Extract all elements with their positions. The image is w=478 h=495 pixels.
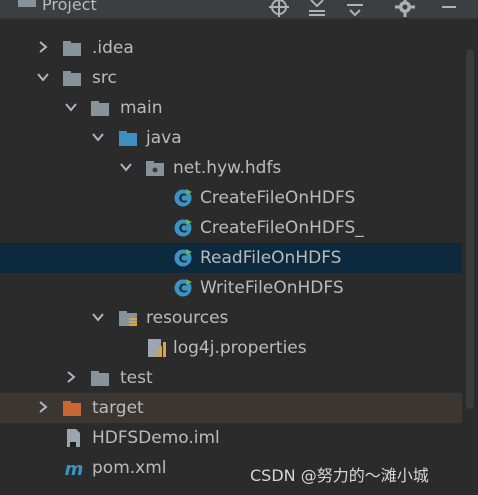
project-tool-window-header: Project bbox=[0, 0, 478, 19]
tree-item-file[interactable]: HDFSDemo.iml bbox=[0, 423, 462, 453]
chevron-down-icon[interactable] bbox=[36, 70, 50, 84]
tree-item-class[interactable]: C CreateFileOnHDFS bbox=[0, 183, 462, 213]
tree-item-idea[interactable]: .idea bbox=[0, 33, 462, 63]
tree-item-label: CreateFileOnHDFS_ bbox=[200, 218, 364, 238]
scrollbar-thumb[interactable] bbox=[466, 49, 474, 409]
tree-item-label: target bbox=[92, 398, 144, 418]
folder-icon bbox=[63, 41, 81, 56]
hide-icon[interactable] bbox=[438, 0, 460, 18]
svg-text:m: m bbox=[65, 459, 84, 478]
tree-item-label: WriteFileOnHDFS bbox=[200, 278, 344, 298]
iml-file-icon bbox=[67, 429, 80, 447]
tree-item-label: src bbox=[92, 68, 117, 88]
tool-window-title[interactable]: Project bbox=[42, 0, 97, 14]
chevron-right-icon[interactable] bbox=[64, 370, 78, 384]
chevron-down-icon[interactable] bbox=[91, 130, 105, 144]
maven-file-icon: m bbox=[65, 459, 84, 478]
tree-item-label: net.hyw.hdfs bbox=[173, 158, 282, 178]
folder-icon bbox=[91, 371, 109, 386]
collapse-all-icon[interactable] bbox=[306, 0, 328, 18]
resources-folder-icon bbox=[119, 311, 137, 326]
vertical-scrollbar[interactable] bbox=[462, 19, 478, 495]
tree-item-label: resources bbox=[146, 308, 229, 328]
tree-item-class[interactable]: C CreateFileOnHDFS_ bbox=[0, 213, 462, 243]
folder-icon bbox=[63, 71, 81, 86]
chevron-down-icon[interactable] bbox=[64, 100, 78, 114]
expand-all-icon[interactable] bbox=[344, 0, 366, 18]
target-icon[interactable] bbox=[268, 0, 290, 18]
tree-item-class-selected[interactable]: C ReadFileOnHDFS bbox=[0, 243, 462, 273]
tree-item-java[interactable]: java bbox=[0, 123, 462, 153]
chevron-down-icon[interactable] bbox=[119, 160, 133, 174]
tree-item-label: ReadFileOnHDFS bbox=[200, 248, 342, 268]
excluded-folder-icon bbox=[63, 401, 81, 416]
tree-item-resources[interactable]: resources bbox=[0, 303, 462, 333]
tree-item-label: pom.xml bbox=[92, 458, 167, 478]
chevron-down-icon[interactable] bbox=[91, 310, 105, 324]
tree-item-label: test bbox=[120, 368, 153, 388]
tree-item-label: .idea bbox=[92, 38, 134, 58]
java-class-icon: C bbox=[174, 219, 192, 237]
chevron-right-icon[interactable] bbox=[36, 400, 50, 414]
package-icon bbox=[146, 161, 164, 176]
tree-item-src[interactable]: src bbox=[0, 63, 462, 93]
project-tree: .idea src main java net.hyw.hdfs C Creat… bbox=[0, 19, 462, 495]
root-module-row-partial bbox=[0, 19, 462, 31]
java-class-icon: C bbox=[174, 279, 192, 297]
source-folder-icon bbox=[119, 131, 137, 146]
gear-icon[interactable] bbox=[394, 0, 416, 18]
tree-item-target[interactable]: target bbox=[0, 393, 462, 423]
folder-icon bbox=[91, 101, 109, 116]
tree-item-main[interactable]: main bbox=[0, 93, 462, 123]
tree-item-package[interactable]: net.hyw.hdfs bbox=[0, 153, 462, 183]
tree-item-label: log4j.properties bbox=[173, 338, 307, 358]
tree-item-label: HDFSDemo.iml bbox=[92, 428, 220, 448]
project-folder-icon bbox=[18, 0, 36, 7]
watermark-text: CSDN @努力的～滩小城 bbox=[250, 466, 429, 485]
tree-item-class[interactable]: C WriteFileOnHDFS bbox=[0, 273, 462, 303]
tree-item-label: java bbox=[146, 128, 182, 148]
tree-item-test[interactable]: test bbox=[0, 363, 462, 393]
java-class-icon: C bbox=[174, 249, 192, 267]
java-class-icon: C bbox=[174, 189, 192, 207]
tree-item-label: main bbox=[120, 98, 163, 118]
tree-item-label: CreateFileOnHDFS bbox=[200, 188, 356, 208]
chevron-right-icon[interactable] bbox=[36, 40, 50, 54]
tree-item-file[interactable]: log4j.properties bbox=[0, 333, 462, 363]
properties-file-icon bbox=[148, 339, 166, 357]
